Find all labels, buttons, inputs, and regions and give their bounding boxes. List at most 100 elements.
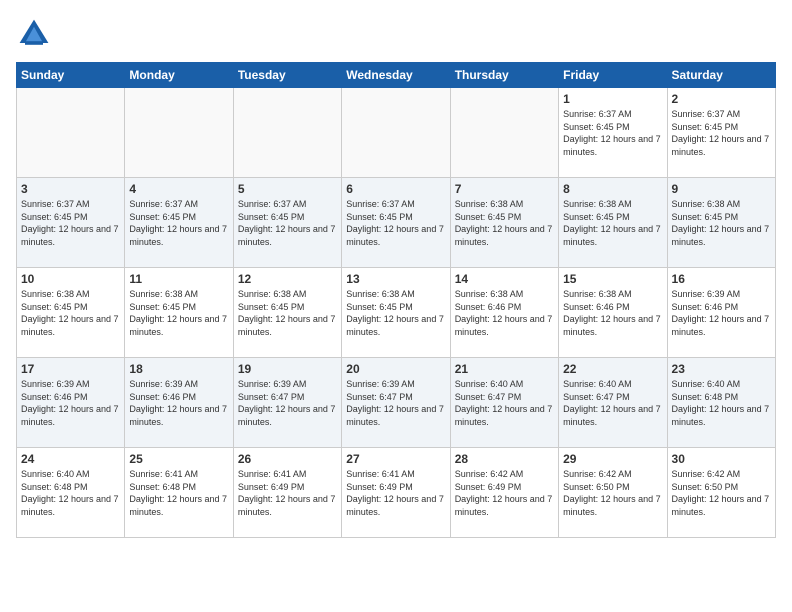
calendar-week-1: 1 Sunrise: 6:37 AMSunset: 6:45 PMDaylight… — [17, 88, 776, 178]
day-info: Sunrise: 6:37 AMSunset: 6:45 PMDaylight:… — [346, 198, 445, 248]
calendar-cell: 14 Sunrise: 6:38 AMSunset: 6:46 PMDayligh… — [450, 268, 558, 358]
day-number: 10 — [21, 272, 120, 286]
calendar-cell: 23 Sunrise: 6:40 AMSunset: 6:48 PMDayligh… — [667, 358, 775, 448]
day-info: Sunrise: 6:42 AMSunset: 6:50 PMDaylight:… — [672, 468, 771, 518]
calendar-cell: 5 Sunrise: 6:37 AMSunset: 6:45 PMDaylight… — [233, 178, 341, 268]
calendar-cell: 13 Sunrise: 6:38 AMSunset: 6:45 PMDayligh… — [342, 268, 450, 358]
day-info: Sunrise: 6:42 AMSunset: 6:50 PMDaylight:… — [563, 468, 662, 518]
day-info: Sunrise: 6:40 AMSunset: 6:48 PMDaylight:… — [672, 378, 771, 428]
calendar-cell: 3 Sunrise: 6:37 AMSunset: 6:45 PMDaylight… — [17, 178, 125, 268]
day-info: Sunrise: 6:38 AMSunset: 6:45 PMDaylight:… — [129, 288, 228, 338]
day-number: 4 — [129, 182, 228, 196]
day-number: 1 — [563, 92, 662, 106]
calendar-cell: 4 Sunrise: 6:37 AMSunset: 6:45 PMDaylight… — [125, 178, 233, 268]
day-info: Sunrise: 6:38 AMSunset: 6:45 PMDaylight:… — [455, 198, 554, 248]
calendar-cell: 20Sunrise: 6:39 AMSunset: 6:47 PMDayligh… — [342, 358, 450, 448]
day-number: 2 — [672, 92, 771, 106]
calendar-cell: 28Sunrise: 6:42 AMSunset: 6:49 PMDayligh… — [450, 448, 558, 538]
day-number: 16 — [672, 272, 771, 286]
day-info: Sunrise: 6:41 AMSunset: 6:49 PMDaylight:… — [238, 468, 337, 518]
calendar-cell: 21Sunrise: 6:40 AMSunset: 6:47 PMDayligh… — [450, 358, 558, 448]
calendar-cell: 7 Sunrise: 6:38 AMSunset: 6:45 PMDaylight… — [450, 178, 558, 268]
day-info: Sunrise: 6:37 AMSunset: 6:45 PMDaylight:… — [21, 198, 120, 248]
day-number: 12 — [238, 272, 337, 286]
calendar-cell: 12 Sunrise: 6:38 AMSunset: 6:45 PMDayligh… — [233, 268, 341, 358]
calendar-cell: 24Sunrise: 6:40 AMSunset: 6:48 PMDayligh… — [17, 448, 125, 538]
day-number: 13 — [346, 272, 445, 286]
day-number: 8 — [563, 182, 662, 196]
day-info: Sunrise: 6:38 AMSunset: 6:45 PMDaylight:… — [563, 198, 662, 248]
logo — [16, 16, 58, 52]
day-number: 24 — [21, 452, 120, 466]
calendar-cell: 2Sunrise: 6:37 AMSunset: 6:45 PMDaylight… — [667, 88, 775, 178]
day-header-monday: Monday — [125, 63, 233, 88]
day-info: Sunrise: 6:37 AMSunset: 6:45 PMDaylight:… — [563, 108, 662, 158]
calendar-cell — [342, 88, 450, 178]
day-info: Sunrise: 6:39 AMSunset: 6:46 PMDaylight:… — [672, 288, 771, 338]
calendar-cell: 19 Sunrise: 6:39 AMSunset: 6:47 PMDayligh… — [233, 358, 341, 448]
day-info: Sunrise: 6:38 AMSunset: 6:45 PMDaylight:… — [672, 198, 771, 248]
day-header-friday: Friday — [559, 63, 667, 88]
calendar-cell — [125, 88, 233, 178]
day-info: Sunrise: 6:40 AMSunset: 6:47 PMDaylight:… — [455, 378, 554, 428]
day-number: 26 — [238, 452, 337, 466]
day-number: 15 — [563, 272, 662, 286]
day-info: Sunrise: 6:38 AMSunset: 6:45 PMDaylight:… — [21, 288, 120, 338]
calendar-week-2: 3 Sunrise: 6:37 AMSunset: 6:45 PMDaylight… — [17, 178, 776, 268]
calendar-week-5: 24Sunrise: 6:40 AMSunset: 6:48 PMDayligh… — [17, 448, 776, 538]
day-info: Sunrise: 6:39 AMSunset: 6:47 PMDaylight:… — [238, 378, 337, 428]
day-number: 30 — [672, 452, 771, 466]
day-number: 19 — [238, 362, 337, 376]
page-header — [16, 16, 776, 52]
day-number: 9 — [672, 182, 771, 196]
day-number: 27 — [346, 452, 445, 466]
calendar-cell: 22 Sunrise: 6:40 AMSunset: 6:47 PMDayligh… — [559, 358, 667, 448]
calendar-cell — [233, 88, 341, 178]
calendar-cell — [17, 88, 125, 178]
day-number: 14 — [455, 272, 554, 286]
calendar-cell: 6Sunrise: 6:37 AMSunset: 6:45 PMDaylight… — [342, 178, 450, 268]
calendar-week-4: 17 Sunrise: 6:39 AMSunset: 6:46 PMDayligh… — [17, 358, 776, 448]
day-number: 22 — [563, 362, 662, 376]
calendar-cell: 8 Sunrise: 6:38 AMSunset: 6:45 PMDaylight… — [559, 178, 667, 268]
calendar-body: 1 Sunrise: 6:37 AMSunset: 6:45 PMDaylight… — [17, 88, 776, 538]
day-number: 5 — [238, 182, 337, 196]
calendar-cell: 15 Sunrise: 6:38 AMSunset: 6:46 PMDayligh… — [559, 268, 667, 358]
day-number: 29 — [563, 452, 662, 466]
day-info: Sunrise: 6:41 AMSunset: 6:48 PMDaylight:… — [129, 468, 228, 518]
calendar-cell: 18Sunrise: 6:39 AMSunset: 6:46 PMDayligh… — [125, 358, 233, 448]
calendar-cell: 30 Sunrise: 6:42 AMSunset: 6:50 PMDayligh… — [667, 448, 775, 538]
calendar-table: SundayMondayTuesdayWednesdayThursdayFrid… — [16, 62, 776, 538]
calendar-cell — [450, 88, 558, 178]
calendar-cell: 25 Sunrise: 6:41 AMSunset: 6:48 PMDayligh… — [125, 448, 233, 538]
calendar-cell: 10 Sunrise: 6:38 AMSunset: 6:45 PMDayligh… — [17, 268, 125, 358]
day-info: Sunrise: 6:41 AMSunset: 6:49 PMDaylight:… — [346, 468, 445, 518]
day-info: Sunrise: 6:38 AMSunset: 6:45 PMDaylight:… — [346, 288, 445, 338]
day-number: 17 — [21, 362, 120, 376]
day-number: 25 — [129, 452, 228, 466]
calendar-cell: 26 Sunrise: 6:41 AMSunset: 6:49 PMDayligh… — [233, 448, 341, 538]
day-number: 23 — [672, 362, 771, 376]
day-info: Sunrise: 6:37 AMSunset: 6:45 PMDaylight:… — [129, 198, 228, 248]
day-number: 3 — [21, 182, 120, 196]
day-info: Sunrise: 6:38 AMSunset: 6:45 PMDaylight:… — [238, 288, 337, 338]
calendar-cell: 9 Sunrise: 6:38 AMSunset: 6:45 PMDaylight… — [667, 178, 775, 268]
day-info: Sunrise: 6:39 AMSunset: 6:46 PMDaylight:… — [21, 378, 120, 428]
calendar-cell: 29 Sunrise: 6:42 AMSunset: 6:50 PMDayligh… — [559, 448, 667, 538]
day-number: 11 — [129, 272, 228, 286]
day-info: Sunrise: 6:37 AMSunset: 6:45 PMDaylight:… — [238, 198, 337, 248]
day-header-wednesday: Wednesday — [342, 63, 450, 88]
day-info: Sunrise: 6:38 AMSunset: 6:46 PMDaylight:… — [563, 288, 662, 338]
day-number: 7 — [455, 182, 554, 196]
day-info: Sunrise: 6:38 AMSunset: 6:46 PMDaylight:… — [455, 288, 554, 338]
day-number: 28 — [455, 452, 554, 466]
day-info: Sunrise: 6:39 AMSunset: 6:46 PMDaylight:… — [129, 378, 228, 428]
day-header-saturday: Saturday — [667, 63, 775, 88]
calendar-cell: 11 Sunrise: 6:38 AMSunset: 6:45 PMDayligh… — [125, 268, 233, 358]
logo-icon — [16, 16, 52, 52]
day-info: Sunrise: 6:39 AMSunset: 6:47 PMDaylight:… — [346, 378, 445, 428]
day-info: Sunrise: 6:40 AMSunset: 6:47 PMDaylight:… — [563, 378, 662, 428]
calendar-week-3: 10 Sunrise: 6:38 AMSunset: 6:45 PMDayligh… — [17, 268, 776, 358]
calendar-cell: 17 Sunrise: 6:39 AMSunset: 6:46 PMDayligh… — [17, 358, 125, 448]
day-header-tuesday: Tuesday — [233, 63, 341, 88]
